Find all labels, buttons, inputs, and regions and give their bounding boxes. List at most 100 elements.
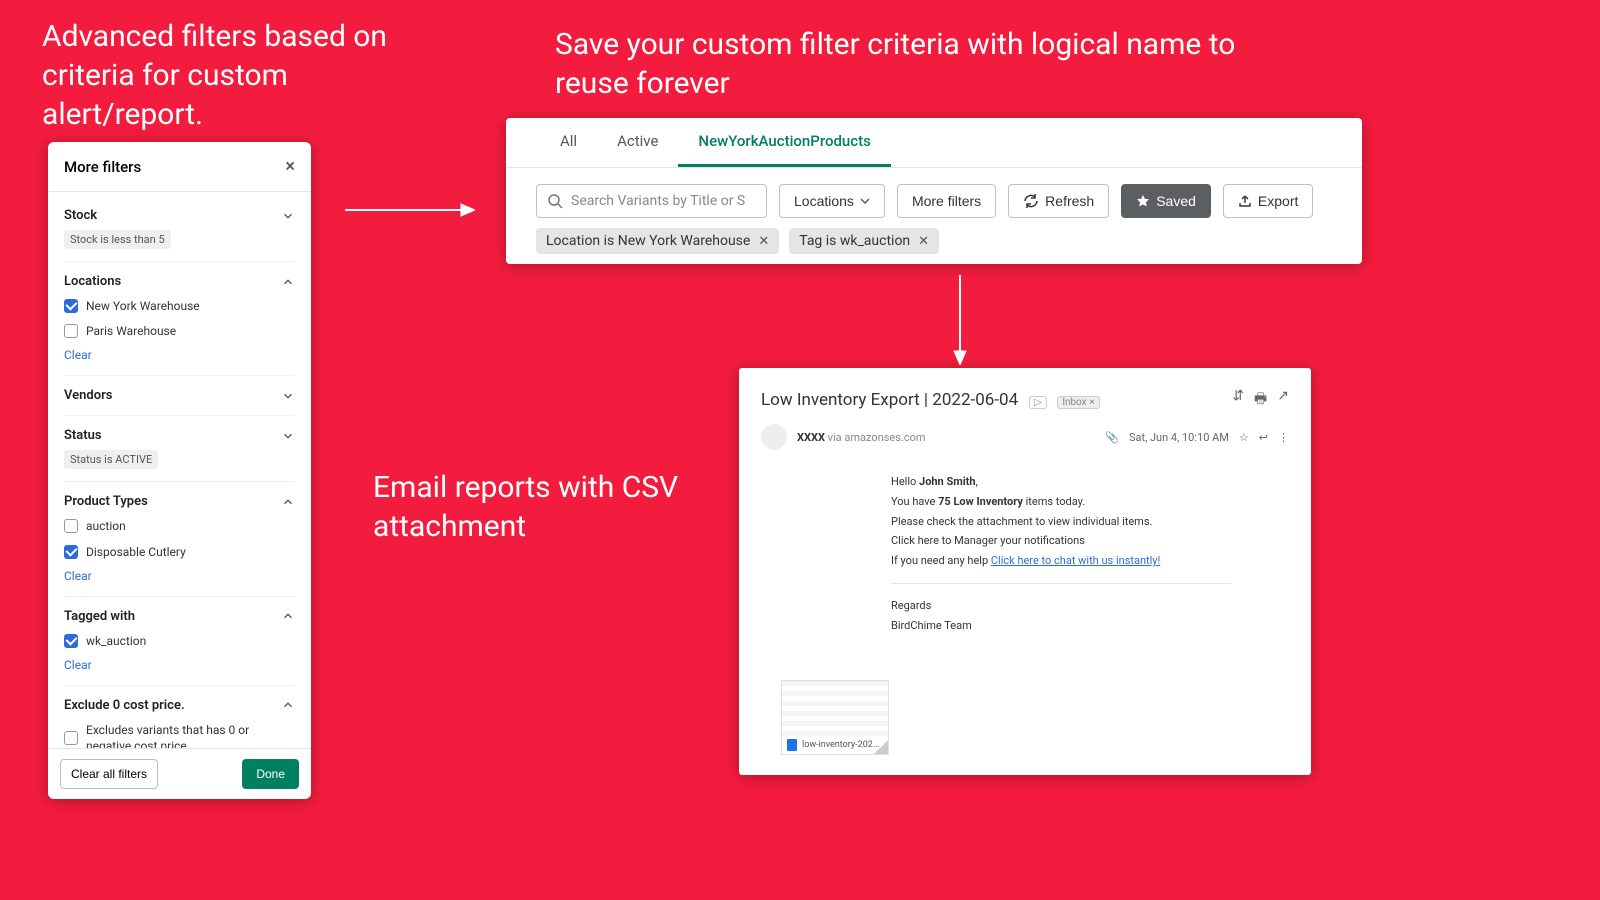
chevron-down-icon <box>281 389 295 403</box>
help-link[interactable]: Click here to chat with us instantly! <box>991 554 1160 567</box>
more-icon[interactable]: ⋮ <box>1278 431 1289 444</box>
clear-all-filters-button[interactable]: Clear all filters <box>60 759 158 789</box>
done-button[interactable]: Done <box>242 759 299 789</box>
email-date: Sat, Jun 4, 10:10 AM <box>1129 431 1229 444</box>
checkbox-wkauction[interactable] <box>64 634 78 648</box>
tag-option-wkauction[interactable]: wk_auction <box>64 633 295 649</box>
star-icon[interactable]: ☆ <box>1239 431 1249 444</box>
chip-tag-label: Tag is wk_auction <box>799 233 910 249</box>
chip-close-icon[interactable]: ✕ <box>758 234 769 249</box>
more-filters-button[interactable]: More filters <box>897 184 996 218</box>
location-option-nyw[interactable]: New York Warehouse <box>64 298 295 314</box>
checkbox-excl[interactable] <box>64 731 78 745</box>
filter-vendors-label: Vendors <box>64 388 112 403</box>
checkbox-paris[interactable] <box>64 324 78 338</box>
star-icon <box>1136 194 1150 208</box>
location-paris-label: Paris Warehouse <box>86 323 176 339</box>
email-subject: Low Inventory Export | 2022-06-04 <box>761 390 1018 410</box>
email-attachment[interactable]: low-inventory-202... <box>781 680 889 755</box>
search-input[interactable]: Search Variants by Title or S <box>536 184 767 218</box>
print-icon[interactable]: 🖶 <box>1254 388 1267 412</box>
chevron-up-icon <box>281 275 295 289</box>
caption-email: Email reports with CSV attachment <box>373 468 703 546</box>
export-button-label: Export <box>1258 193 1298 209</box>
ptype-auction-label: auction <box>86 518 126 534</box>
filter-stock-pill: Stock is less than 5 <box>64 230 171 249</box>
excl-option[interactable]: Excludes variants that has 0 or negative… <box>64 722 295 748</box>
tag-wkauction-label: wk_auction <box>86 633 146 649</box>
filter-section-excl[interactable]: Exclude 0 cost price. <box>64 698 295 713</box>
filter-status-label: Status <box>64 428 102 443</box>
more-filters-panel: More filters × Stock Stock is less than … <box>48 142 311 799</box>
filter-section-stock[interactable]: Stock <box>64 208 295 223</box>
reply-icon[interactable]: ↩ <box>1259 431 1268 444</box>
email-body: Hello John Smith, You have 75 Low Invent… <box>891 472 1231 636</box>
chevron-up-icon <box>281 609 295 623</box>
arrow-right-icon <box>345 200 475 220</box>
checkbox-cutlery[interactable] <box>64 545 78 559</box>
ptype-option-auction[interactable]: auction <box>64 518 295 534</box>
filter-section-tagged[interactable]: Tagged with <box>64 609 295 624</box>
tab-active[interactable]: Active <box>597 118 678 167</box>
filter-section-vendors[interactable]: Vendors <box>64 388 295 403</box>
clear-locations[interactable]: Clear <box>64 348 92 362</box>
email-inbox-label[interactable]: Inbox × <box>1057 396 1099 409</box>
more-filters-title: More filters <box>64 158 141 176</box>
expand-icon[interactable]: ⇵ <box>1232 388 1244 412</box>
attachment-thumb <box>782 681 888 736</box>
checkbox-auction[interactable] <box>64 519 78 533</box>
caption-filters: Advanced filters based on criteria for c… <box>42 17 392 134</box>
refresh-button[interactable]: Refresh <box>1008 184 1109 218</box>
chevron-up-icon <box>281 495 295 509</box>
close-icon[interactable]: × <box>285 156 295 177</box>
filter-section-ptypes[interactable]: Product Types <box>64 494 295 509</box>
filter-locations-label: Locations <box>64 274 121 289</box>
saved-button[interactable]: Saved <box>1121 184 1211 218</box>
chevron-down-icon <box>281 429 295 443</box>
location-option-paris[interactable]: Paris Warehouse <box>64 323 295 339</box>
caret-down-icon <box>860 196 870 206</box>
chevron-up-icon <box>281 698 295 712</box>
caption-savefilter: Save your custom filter criteria with lo… <box>555 25 1295 103</box>
export-button[interactable]: Export <box>1223 184 1313 218</box>
filter-tagged-label: Tagged with <box>64 609 135 624</box>
filter-ptypes-label: Product Types <box>64 494 148 509</box>
chip-close-icon[interactable]: ✕ <box>918 234 929 249</box>
email-sender: XXXX via amazonses.com <box>797 431 926 444</box>
filter-section-locations[interactable]: Locations <box>64 274 295 289</box>
attachment-icon: 📎 <box>1105 431 1119 444</box>
clear-ptypes[interactable]: Clear <box>64 569 92 583</box>
chip-location-label: Location is New York Warehouse <box>546 233 750 249</box>
checkbox-nyw[interactable] <box>64 299 78 313</box>
search-icon <box>547 193 563 209</box>
email-important-icon[interactable]: ▷ <box>1029 396 1047 409</box>
doc-icon <box>787 739 797 751</box>
tab-all[interactable]: All <box>540 118 597 167</box>
filter-status-pill: Status is ACTIVE <box>64 450 158 469</box>
locations-button-label: Locations <box>794 193 854 209</box>
export-icon <box>1238 194 1252 208</box>
filter-excl-label: Exclude 0 cost price. <box>64 698 185 713</box>
ptype-option-cutlery[interactable]: Disposable Cutlery <box>64 544 295 560</box>
avatar <box>761 424 787 450</box>
arrow-down-icon <box>950 275 970 365</box>
ptype-cutlery-label: Disposable Cutlery <box>86 544 186 560</box>
page-fold-icon <box>874 740 888 754</box>
filter-chip-tag[interactable]: Tag is wk_auction ✕ <box>789 228 939 254</box>
email-preview: Low Inventory Export | 2022-06-04 ▷ Inbo… <box>739 368 1311 775</box>
filter-chip-location[interactable]: Location is New York Warehouse ✕ <box>536 228 779 254</box>
filter-stock-label: Stock <box>64 208 97 223</box>
locations-button[interactable]: Locations <box>779 184 885 218</box>
refresh-button-label: Refresh <box>1045 193 1094 209</box>
saved-button-label: Saved <box>1156 193 1196 209</box>
chevron-down-icon <box>281 209 295 223</box>
filter-section-status[interactable]: Status <box>64 428 295 443</box>
saved-filter-bar: All Active NewYorkAuctionProducts Search… <box>506 118 1362 264</box>
excl-option-label: Excludes variants that has 0 or negative… <box>86 722 295 748</box>
clear-tagged[interactable]: Clear <box>64 658 92 672</box>
search-placeholder: Search Variants by Title or S <box>571 193 745 209</box>
tab-nyap[interactable]: NewYorkAuctionProducts <box>678 118 890 167</box>
attachment-name: low-inventory-202... <box>802 740 880 750</box>
open-new-icon[interactable]: ↗ <box>1277 388 1289 412</box>
location-nyw-label: New York Warehouse <box>86 298 200 314</box>
